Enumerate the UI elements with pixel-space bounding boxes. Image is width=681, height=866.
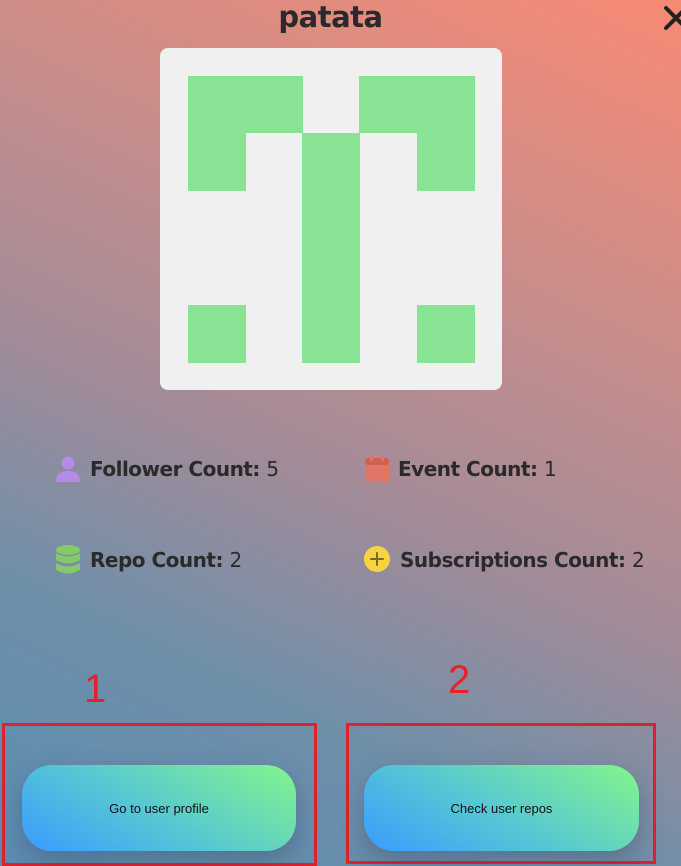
follower-count-value: 5 — [266, 457, 280, 481]
subscriptions-count-label: Subscriptions Count — [400, 548, 618, 572]
close-button[interactable] — [662, 2, 681, 34]
user-icon — [56, 454, 82, 484]
subscriptions-count-value: 2 — [631, 548, 645, 572]
event-count-separator: : — [529, 457, 538, 481]
calendar-icon — [364, 454, 390, 484]
database-icon — [56, 545, 82, 575]
subscriptions-count-stat: Subscriptions Count : 2 — [364, 544, 645, 576]
follower-count-stat: Follower Count : 5 — [56, 453, 279, 485]
annotation-marker-1: 1 — [84, 667, 107, 711]
identicon-image — [188, 76, 475, 363]
close-icon — [664, 6, 681, 30]
repo-count-label: Repo Count — [90, 548, 216, 572]
event-count-value: 1 — [543, 457, 557, 481]
annotation-marker-2: 2 — [448, 658, 471, 702]
follower-count-separator: : — [252, 457, 261, 481]
repo-count-stat: Repo Count : 2 — [56, 544, 242, 576]
plus-circle-icon — [364, 545, 392, 575]
event-count-stat: Event Count : 1 — [364, 453, 557, 485]
go-to-user-profile-button[interactable]: Go to user profile — [22, 765, 296, 851]
follower-count-label: Follower Count — [90, 457, 253, 481]
subscriptions-count-separator: : — [617, 548, 626, 572]
repo-count-value: 2 — [229, 548, 243, 572]
repo-count-separator: : — [215, 548, 224, 572]
avatar — [160, 48, 502, 390]
check-user-repos-button[interactable]: Check user repos — [364, 765, 639, 851]
event-count-label: Event Count — [398, 457, 530, 481]
username-title: patata — [278, 0, 383, 34]
